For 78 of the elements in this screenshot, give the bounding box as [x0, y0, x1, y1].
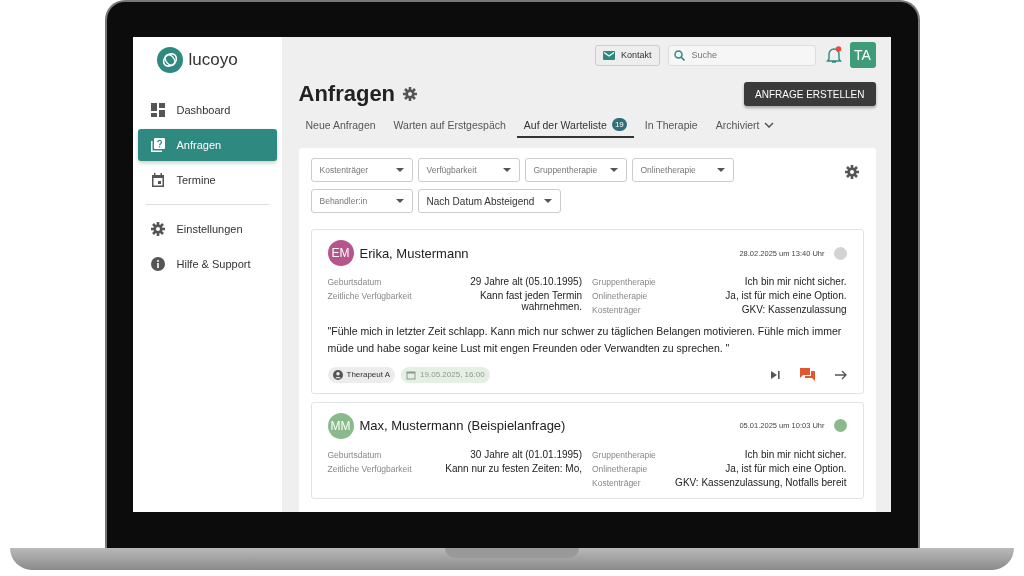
- field-label: Zeitliche Verfügbarkeit: [327, 290, 412, 303]
- filter-dropdown[interactable]: Gruppentherapie: [524, 158, 627, 182]
- field-label: Geburtsdatum: [327, 276, 383, 287]
- filter-dropdown[interactable]: Nach Datum Absteigend: [417, 189, 562, 213]
- field-label: Kostenträger: [592, 304, 642, 315]
- avatar: MM: [327, 412, 354, 439]
- contact-button[interactable]: Kontakt: [594, 44, 660, 66]
- avatar: EM: [327, 240, 354, 266]
- field-label: Onlinetherapie: [592, 290, 649, 301]
- field-value: GKV: Kassenzulassung: [740, 304, 847, 315]
- page-title: Anfragen: [298, 81, 396, 107]
- caret-icon: [502, 168, 511, 172]
- field-label: Kostenträger: [592, 476, 642, 488]
- field-value: GKV: Kassenzulassung, Notfalls bereit: [674, 476, 847, 488]
- sidebar-item[interactable]: Hilfe & Support: [137, 248, 277, 280]
- arrow-right-icon[interactable]: [834, 369, 847, 380]
- tab-label: In Therapie: [644, 118, 698, 131]
- logo-text: lucoyo: [188, 50, 238, 70]
- search-field[interactable]: Suche: [667, 44, 816, 66]
- bell-icon[interactable]: [825, 46, 842, 64]
- search-icon: [673, 49, 685, 61]
- field-value: Kann nur zu festen Zeiten: Mo,: [445, 462, 582, 474]
- field-label: Zeitliche Verfügbarkeit: [327, 462, 412, 474]
- dashboard-icon: [150, 103, 165, 117]
- calendar-icon: [406, 369, 417, 380]
- request-message: "Fühle mich in letzter Zeit schlapp. Kann mich nur schwer zu täglichen Belangen motivieren. Fühle mich immer müde und habe sogar keine Lust mit engen Freunden oder Verwandten zu sprechen. ": [327, 324, 843, 356]
- info-icon: [150, 257, 165, 271]
- field-label: Geburtsdatum: [327, 448, 383, 460]
- appointment-chip: 19.05.2025, 16:00: [401, 366, 490, 383]
- settings-icon: [150, 222, 165, 236]
- skip-next-icon[interactable]: [769, 369, 780, 380]
- filter-dropdown[interactable]: Verfügbarkeit: [417, 158, 520, 182]
- caret-icon: [544, 199, 553, 203]
- field-label: Gruppentherapie: [592, 276, 656, 287]
- field-value: Ja, ist für mich eine Option.: [724, 462, 847, 474]
- filter-dropdown[interactable]: Kostenträger: [310, 158, 413, 182]
- logo-icon: [156, 47, 183, 73]
- tab[interactable]: In Therapie: [637, 113, 705, 138]
- field-label: Onlinetherapie: [592, 462, 649, 474]
- therapist-chip: Therapeut A: [327, 366, 396, 383]
- count-badge: 19: [611, 118, 627, 131]
- mail-icon: [602, 50, 615, 60]
- filter-dropdown[interactable]: Onlinetherapie: [631, 158, 734, 182]
- tab-label: Archiviert: [715, 118, 760, 131]
- sidebar-item[interactable]: Einstellungen: [137, 213, 277, 245]
- chat-icon[interactable]: [799, 367, 815, 382]
- caret-icon: [395, 168, 404, 172]
- create-request-button[interactable]: ANFRAGE ERSTELLEN: [744, 82, 876, 106]
- calendar-icon: [150, 173, 165, 187]
- field-value: Kann fast jeden Termin wahrnehmen.: [478, 290, 582, 312]
- question-card-icon: [150, 138, 165, 152]
- patient-name: Erika, Mustermann: [359, 245, 469, 261]
- field-value: 29 Jahre alt (05.10.1995): [470, 276, 582, 287]
- settings-icon[interactable]: [844, 165, 859, 179]
- tab[interactable]: Warten auf Erstgespäch: [386, 113, 513, 138]
- caret-icon: [395, 199, 404, 203]
- field-value: 30 Jahre alt (01.01.1995): [470, 448, 582, 460]
- request-card[interactable]: [310, 229, 864, 394]
- person-icon: [332, 369, 343, 380]
- field-label: Gruppentherapie: [592, 448, 656, 460]
- patient-name: Max, Mustermann (Beispielanfrage): [359, 418, 566, 434]
- field-value: Ja, ist für mich eine Option.: [724, 290, 847, 301]
- field-value: Ich bin mir nicht sicher.: [743, 276, 847, 287]
- tab-label: Warten auf Erstgespäch: [393, 118, 506, 131]
- caret-icon: [716, 168, 725, 172]
- filter-dropdown[interactable]: Behandler:in: [310, 189, 413, 213]
- sidebar-item[interactable]: Anfragen: [137, 129, 277, 161]
- tab[interactable]: Auf der Warteliste 19: [516, 113, 634, 138]
- caret-icon: [609, 168, 618, 172]
- tab-label: Auf der Warteliste: [523, 118, 607, 131]
- tab[interactable]: Archiviert: [708, 113, 782, 138]
- sidebar-item[interactable]: Dashboard: [137, 94, 277, 126]
- field-value: Ich bin mir nicht sicher.: [743, 448, 847, 460]
- tab-label: Neue Anfragen: [305, 118, 376, 131]
- request-card[interactable]: [310, 401, 864, 499]
- tab[interactable]: Neue Anfragen: [298, 113, 383, 138]
- sidebar-item[interactable]: Termine: [137, 164, 277, 196]
- settings-icon[interactable]: [403, 87, 418, 101]
